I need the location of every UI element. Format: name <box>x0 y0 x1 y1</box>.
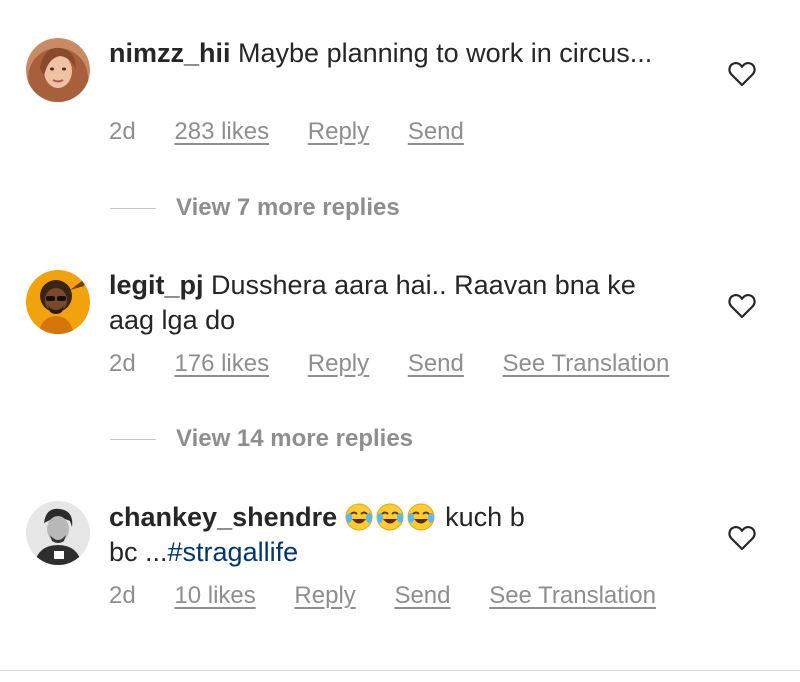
send-button[interactable]: Send <box>394 582 450 609</box>
reply-button[interactable]: Reply <box>294 582 355 609</box>
heart-outline-icon[interactable] <box>728 525 756 551</box>
hashtag-link[interactable]: #stragallife <box>168 537 299 567</box>
username[interactable]: chankey_shendre <box>109 502 337 532</box>
timestamp: 2d <box>109 582 136 609</box>
comment-meta: 2d 10 likes Reply Send See Translation <box>109 582 688 610</box>
avatar[interactable] <box>26 501 90 565</box>
comment-text: chankey_shendre kuch b bc ...#stragallif… <box>109 500 679 570</box>
face-with-tears-of-joy-icon <box>376 503 404 531</box>
bottom-divider <box>0 670 800 671</box>
face-with-tears-of-joy-icon <box>407 503 435 531</box>
comment-body-line2: bc ... <box>109 537 168 567</box>
likes-count[interactable]: 10 likes <box>174 582 255 609</box>
see-translation-button[interactable]: See Translation <box>489 582 656 609</box>
comment-item: chankey_shendre kuch b bc ...#stragallif… <box>0 0 800 640</box>
face-with-tears-of-joy-icon <box>345 503 373 531</box>
comment-body: kuch b <box>445 502 525 532</box>
